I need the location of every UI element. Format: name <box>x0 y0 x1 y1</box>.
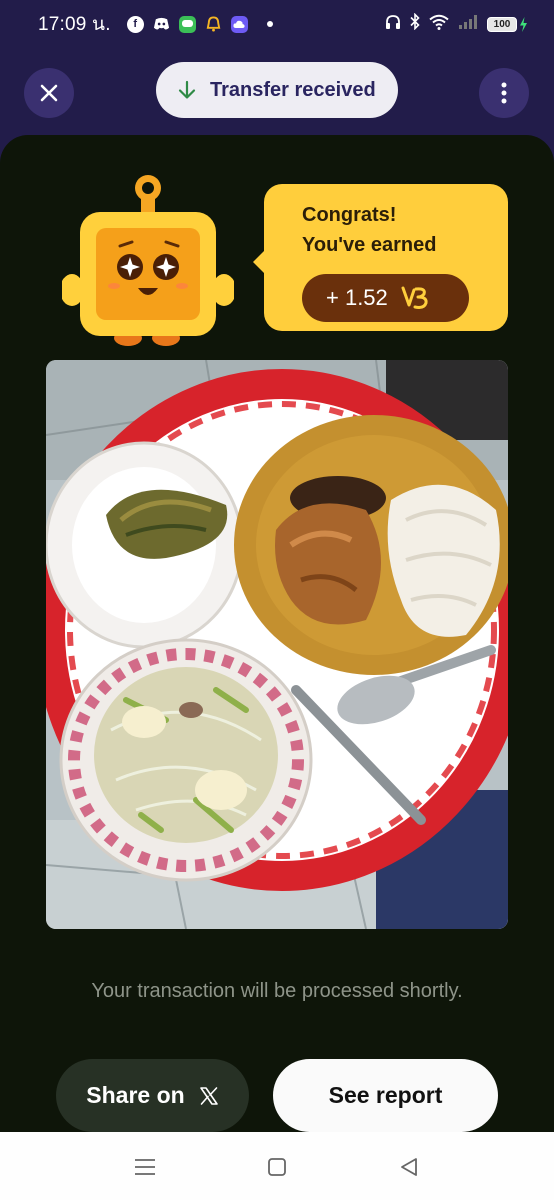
more-notifications-dot <box>266 21 273 27</box>
earned-amount-pill: + 1.52 <box>302 274 469 322</box>
home-button[interactable] <box>262 1152 292 1182</box>
transfer-status-pill: Transfer received <box>156 62 398 118</box>
close-button[interactable] <box>24 68 74 118</box>
congrats-title: Congrats! <box>302 204 397 226</box>
recent-apps-button[interactable] <box>130 1152 160 1182</box>
b3-token-icon <box>401 286 428 309</box>
transfer-status-label: Transfer received <box>210 78 376 101</box>
back-button[interactable] <box>394 1152 424 1182</box>
wifi-icon <box>429 14 449 35</box>
more-options-button[interactable] <box>479 68 529 118</box>
close-icon <box>40 84 58 102</box>
share-button-label: Share on <box>86 1082 185 1108</box>
home-square-icon <box>268 1158 286 1176</box>
cloud-app-icon <box>230 15 248 33</box>
arrow-down-icon <box>178 80 196 99</box>
food-tray-photo <box>46 360 508 929</box>
battery-icon: 100 <box>487 16 528 32</box>
see-report-button[interactable]: See report <box>273 1059 498 1132</box>
earned-amount: + 1.52 <box>326 285 388 310</box>
alert-app-icon <box>205 16 222 33</box>
status-time: 17:09 น. <box>38 14 111 35</box>
system-status-icons: 100 <box>385 12 528 35</box>
notification-icons: f <box>126 15 273 33</box>
more-vertical-icon <box>501 82 507 104</box>
back-triangle-icon <box>401 1158 417 1176</box>
signal-icon <box>458 14 478 35</box>
line-icon <box>178 15 196 33</box>
congrats-bubble: Congrats! You've earned + 1.52 <box>253 184 508 331</box>
status-bar: 17:09 น. f 100 <box>0 0 554 48</box>
system-navigation-bar <box>0 1132 554 1200</box>
top-navigation: Transfer received <box>0 60 554 122</box>
report-button-label: See report <box>328 1082 443 1108</box>
mascot-illustration <box>60 172 236 348</box>
menu-lines-icon <box>135 1159 155 1175</box>
headphones-icon <box>385 14 401 35</box>
transaction-note: Your transaction will be processed short… <box>91 980 463 1002</box>
congrats-subtitle: You've earned <box>302 234 437 256</box>
bluetooth-icon <box>410 12 420 35</box>
facebook-icon: f <box>126 15 144 33</box>
x-logo-icon <box>199 1086 218 1105</box>
battery-level: 100 <box>487 16 517 32</box>
discord-icon <box>153 16 170 33</box>
share-on-x-button[interactable]: Share on <box>56 1059 249 1132</box>
